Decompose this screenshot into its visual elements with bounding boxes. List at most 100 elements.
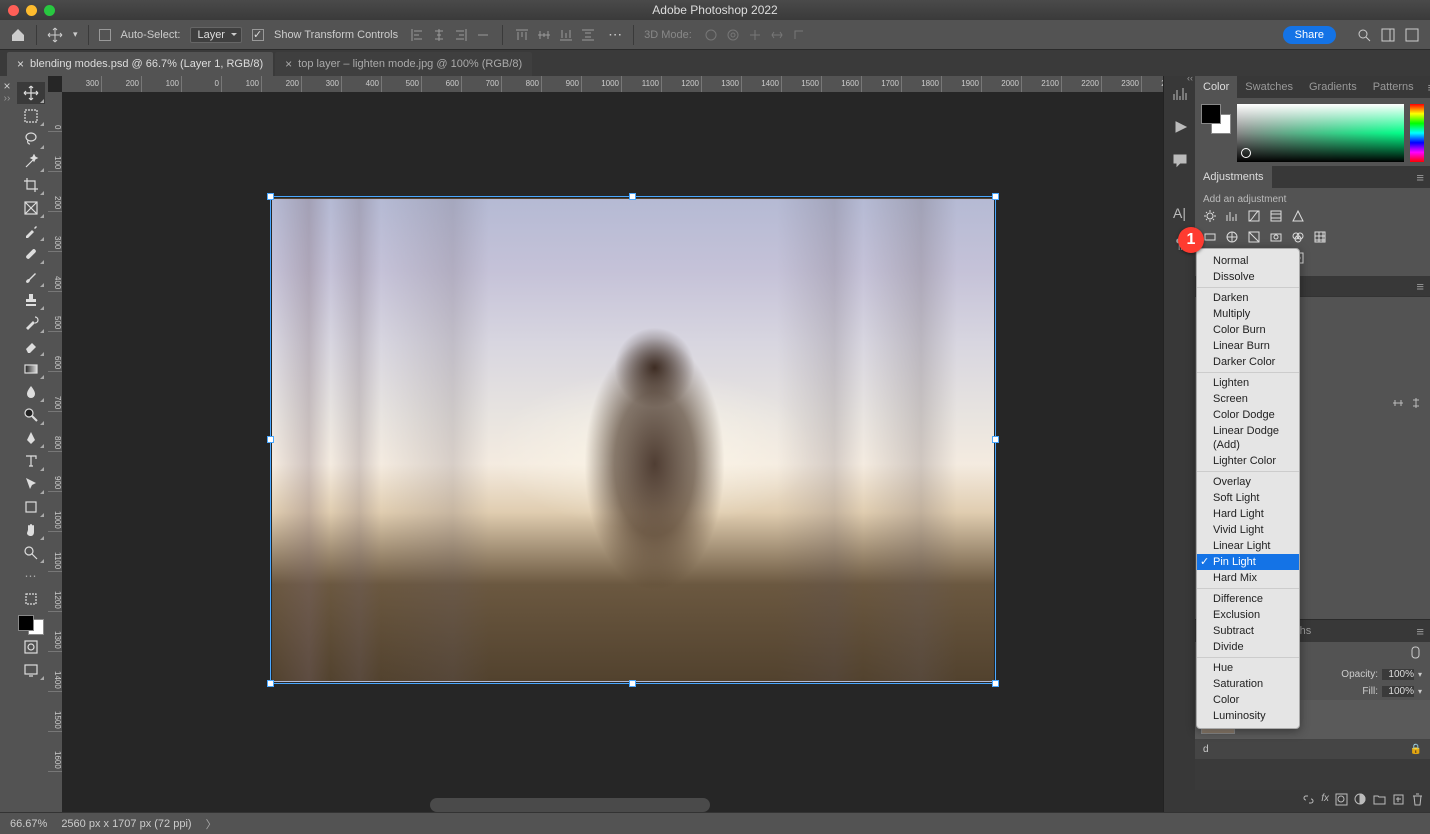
new-layer-icon[interactable] — [1392, 793, 1405, 809]
quickmask-icon[interactable] — [17, 636, 45, 658]
blend-mode-item[interactable]: Hue — [1197, 660, 1299, 676]
show-transform-checkbox[interactable] — [252, 29, 264, 41]
tab-gradients[interactable]: Gradients — [1301, 76, 1365, 98]
lookup-icon[interactable] — [1313, 230, 1327, 247]
color-swatch[interactable] — [18, 615, 44, 635]
close-icon[interactable]: × — [0, 76, 14, 93]
blend-mode-item[interactable]: Darken — [1197, 290, 1299, 306]
blend-mode-item[interactable]: Difference — [1197, 591, 1299, 607]
panel-menu-icon[interactable]: ≡ — [1422, 80, 1430, 95]
blend-mode-item[interactable]: Hard Mix — [1197, 570, 1299, 586]
link-icon[interactable] — [1302, 793, 1315, 809]
photo-filter-icon[interactable] — [1269, 230, 1283, 247]
blend-mode-item[interactable]: Luminosity — [1197, 708, 1299, 724]
window-zoom-button[interactable] — [44, 5, 55, 16]
blend-mode-item[interactable]: Color Burn — [1197, 322, 1299, 338]
workspace-menu-icon[interactable] — [1404, 27, 1420, 43]
fx-icon[interactable]: fx — [1321, 793, 1329, 809]
hand-tool[interactable] — [17, 519, 45, 541]
blend-mode-item[interactable]: Lighter Color — [1197, 453, 1299, 469]
blend-mode-item[interactable]: Linear Burn — [1197, 338, 1299, 354]
blend-mode-item[interactable]: Exclusion — [1197, 607, 1299, 623]
heal-tool[interactable] — [17, 243, 45, 265]
slide-icon[interactable] — [768, 26, 786, 44]
color-picker-field[interactable] — [1237, 104, 1404, 162]
zoom-tool[interactable] — [17, 542, 45, 564]
blend-mode-item[interactable]: Pin Light — [1197, 554, 1299, 570]
levels-icon[interactable] — [1225, 209, 1239, 226]
share-button[interactable]: Share — [1283, 26, 1336, 44]
align-center-h-icon[interactable] — [430, 26, 448, 44]
eyedropper-tool[interactable] — [17, 220, 45, 242]
trash-icon[interactable] — [1411, 793, 1424, 809]
canvas[interactable]: 3002001000100200300400500600700800900100… — [48, 76, 1163, 812]
blend-mode-item[interactable]: Dissolve — [1197, 269, 1299, 285]
blend-mode-item[interactable]: Normal — [1197, 253, 1299, 269]
fill-field[interactable] — [1382, 686, 1414, 697]
transform-handle-e[interactable] — [992, 436, 999, 443]
window-close-button[interactable] — [8, 5, 19, 16]
path-select-tool[interactable] — [17, 473, 45, 495]
exposure-icon[interactable] — [1269, 209, 1283, 226]
panel-menu-icon[interactable]: ≡ — [1410, 170, 1430, 185]
hue-slider[interactable] — [1410, 104, 1424, 162]
blend-mode-item[interactable]: Subtract — [1197, 623, 1299, 639]
lock-icon[interactable]: 🔒 — [1410, 744, 1422, 755]
bw-icon[interactable] — [1247, 230, 1261, 247]
wand-tool[interactable] — [17, 151, 45, 173]
eraser-tool[interactable] — [17, 335, 45, 357]
blend-mode-item[interactable]: Darker Color — [1197, 354, 1299, 370]
orbit-icon[interactable] — [702, 26, 720, 44]
frame-tool[interactable] — [17, 197, 45, 219]
type-tool[interactable] — [17, 450, 45, 472]
curves-icon[interactable] — [1247, 209, 1261, 226]
tab-color[interactable]: Color — [1195, 76, 1237, 98]
horizontal-scrollbar[interactable] — [430, 798, 710, 812]
zoom-3d-icon[interactable] — [790, 26, 808, 44]
align-h-icon[interactable] — [1392, 397, 1404, 412]
transform-handle-sw[interactable] — [267, 680, 274, 687]
comment-icon[interactable] — [1172, 152, 1188, 171]
overflow-icon[interactable]: ⋯ — [607, 27, 623, 43]
align-right-icon[interactable] — [452, 26, 470, 44]
layer-background-row[interactable]: d 🔒 — [1195, 740, 1430, 759]
more-align-icon[interactable] — [474, 26, 492, 44]
align-left-icon[interactable] — [408, 26, 426, 44]
transform-handle-ne[interactable] — [992, 193, 999, 200]
panel-menu-icon[interactable]: ≡ — [1410, 624, 1430, 639]
adjustment-layer-icon[interactable] — [1354, 793, 1367, 809]
ruler-vertical[interactable]: 0100200300400500600700800900100011001200… — [48, 92, 62, 812]
lasso-tool[interactable] — [17, 128, 45, 150]
close-icon[interactable]: × — [17, 57, 24, 71]
blend-mode-item[interactable]: Linear Light — [1197, 538, 1299, 554]
marquee-tool[interactable] — [17, 105, 45, 127]
transform-handle-n[interactable] — [629, 193, 636, 200]
filter-toggle-icon[interactable] — [1409, 646, 1422, 662]
distribute-icon[interactable] — [579, 26, 597, 44]
tab-patterns[interactable]: Patterns — [1365, 76, 1422, 98]
blend-mode-item[interactable]: Soft Light — [1197, 490, 1299, 506]
blend-mode-item[interactable]: Linear Dodge (Add) — [1197, 423, 1299, 453]
blend-mode-item[interactable]: Vivid Light — [1197, 522, 1299, 538]
auto-select-dropdown[interactable]: Layer — [190, 27, 242, 43]
blend-mode-item[interactable]: Overlay — [1197, 474, 1299, 490]
tab-swatches[interactable]: Swatches — [1237, 76, 1301, 98]
align-v-icon[interactable] — [1410, 397, 1422, 412]
edit-toolbar-icon[interactable] — [17, 588, 45, 610]
window-minimize-button[interactable] — [26, 5, 37, 16]
blend-mode-item[interactable]: Color — [1197, 692, 1299, 708]
brightness-icon[interactable] — [1203, 209, 1217, 226]
auto-select-checkbox[interactable] — [99, 29, 111, 41]
blend-mode-item[interactable]: Color Dodge — [1197, 407, 1299, 423]
blend-mode-item[interactable]: Hard Light — [1197, 506, 1299, 522]
stamp-tool[interactable] — [17, 289, 45, 311]
zoom-level[interactable]: 66.67% — [10, 818, 47, 830]
move-tool-icon[interactable] — [47, 27, 63, 43]
tool-dots[interactable]: ⋯ — [17, 565, 45, 587]
hue-sat-icon[interactable] — [1203, 230, 1217, 247]
pen-tool[interactable] — [17, 427, 45, 449]
brush-tool[interactable] — [17, 266, 45, 288]
transform-handle-w[interactable] — [267, 436, 274, 443]
close-icon[interactable]: × — [285, 57, 292, 71]
search-icon[interactable] — [1356, 27, 1372, 43]
